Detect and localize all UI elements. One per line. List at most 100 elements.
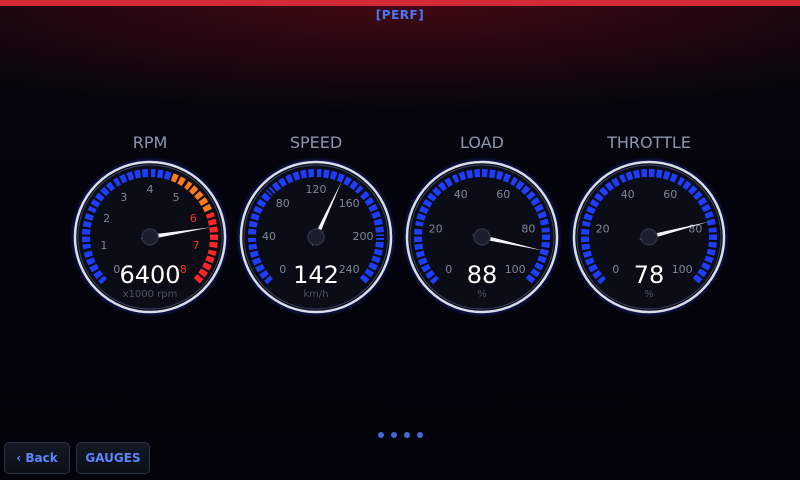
arc-segment bbox=[371, 210, 381, 219]
arc-segment bbox=[84, 213, 94, 221]
arc-segment bbox=[502, 173, 511, 183]
arc-segment bbox=[693, 190, 703, 201]
back-button[interactable]: ‹ Back bbox=[4, 442, 70, 474]
arc-segment bbox=[371, 255, 381, 264]
arc-segment bbox=[207, 218, 217, 226]
arc-segment bbox=[253, 205, 263, 215]
arc-segment bbox=[599, 186, 609, 197]
gauge-title: THROTTLE bbox=[607, 133, 691, 152]
tick-label: 1 bbox=[100, 239, 107, 252]
arc-segment bbox=[582, 250, 592, 259]
arc-segment bbox=[249, 250, 259, 259]
tick-label: 0 bbox=[279, 263, 286, 276]
arc-segment bbox=[100, 186, 110, 197]
arc-segment bbox=[375, 241, 384, 249]
arc-segment bbox=[198, 197, 209, 207]
arc-segment bbox=[426, 192, 437, 202]
arc-segment bbox=[193, 274, 204, 284]
arc-segment bbox=[669, 173, 678, 183]
arc-segment bbox=[704, 210, 714, 219]
arc-segment bbox=[701, 203, 711, 213]
arc-segment bbox=[202, 203, 212, 213]
gauge-unit: x1000 rpm bbox=[123, 289, 178, 300]
tick-label: 80 bbox=[276, 197, 290, 210]
arc-segment bbox=[537, 210, 547, 219]
arc-segment bbox=[662, 170, 671, 181]
arc-segment bbox=[209, 241, 218, 249]
arc-segment bbox=[656, 169, 663, 179]
arc-segment bbox=[177, 176, 186, 187]
tick-label: 20 bbox=[596, 223, 610, 236]
arc-segment bbox=[537, 255, 547, 264]
gauge-value: 142 bbox=[293, 261, 339, 289]
arc-segment bbox=[82, 220, 92, 228]
arc-segment bbox=[373, 218, 383, 226]
gauge-value: 6400 bbox=[119, 261, 180, 289]
gauge-unit: % bbox=[644, 289, 654, 300]
arc-segment bbox=[252, 257, 262, 266]
arc-segment bbox=[300, 169, 308, 179]
arc-segment bbox=[93, 269, 103, 280]
arc-segment bbox=[418, 257, 428, 266]
tick-label: 0 bbox=[445, 263, 452, 276]
arc-segment bbox=[89, 263, 99, 273]
arc-segment bbox=[541, 241, 550, 249]
speed-dial: 0 40 80 120 160 200 240142km/h bbox=[236, 157, 396, 317]
arc-segment bbox=[336, 173, 345, 183]
top-accent-bar bbox=[0, 0, 800, 6]
arc-segment bbox=[359, 274, 370, 284]
arc-segment bbox=[530, 197, 541, 207]
arc-segment bbox=[466, 169, 474, 179]
arc-segment bbox=[119, 174, 128, 184]
arc-segment bbox=[256, 198, 267, 208]
arc-segment bbox=[611, 177, 621, 188]
arc-segment bbox=[633, 169, 641, 179]
throttle-dial: 0 20 40 60 80 100 78% bbox=[569, 157, 729, 317]
arc-segment bbox=[526, 190, 536, 201]
tick-label: 4 bbox=[147, 183, 154, 196]
arc-segment bbox=[495, 170, 504, 181]
tick-label: 3 bbox=[120, 191, 127, 204]
tick-label: 100 bbox=[505, 263, 526, 276]
arc-segment bbox=[86, 257, 96, 266]
needle-hub bbox=[640, 228, 658, 246]
mode-label: [PERF] bbox=[375, 8, 425, 22]
rpm-dial: 0123456786400x1000 rpm bbox=[70, 157, 230, 317]
arc-segment bbox=[708, 241, 717, 249]
gauge-title: SPEED bbox=[289, 133, 343, 152]
arc-segment bbox=[585, 257, 595, 266]
page-dot[interactable] bbox=[378, 432, 384, 438]
arc-segment bbox=[701, 262, 711, 271]
arc-segment bbox=[157, 169, 164, 179]
needle-hub bbox=[473, 228, 491, 246]
arc-segment bbox=[593, 192, 604, 202]
tick-label: 120 bbox=[306, 183, 327, 196]
arc-segment bbox=[368, 203, 378, 213]
arc-segment bbox=[625, 171, 634, 181]
page-dot[interactable] bbox=[391, 432, 397, 438]
arc-segment bbox=[260, 192, 271, 202]
arc-segment bbox=[444, 177, 454, 188]
arc-segment bbox=[539, 248, 549, 256]
arc-segment bbox=[588, 263, 598, 273]
arc-segment bbox=[583, 213, 593, 221]
arc-segment bbox=[489, 169, 496, 179]
gauges-button[interactable]: GAUGES bbox=[76, 442, 150, 474]
arc-segment bbox=[706, 218, 716, 226]
tick-label: 20 bbox=[429, 223, 443, 236]
tick-label: 5 bbox=[173, 191, 180, 204]
arc-segment bbox=[422, 198, 433, 208]
arc-segment bbox=[188, 185, 199, 195]
page-dot[interactable] bbox=[417, 432, 423, 438]
page-indicator[interactable] bbox=[378, 432, 423, 438]
arc-segment bbox=[458, 171, 467, 181]
arc-segment bbox=[375, 226, 384, 233]
arc-segment bbox=[425, 269, 435, 280]
arc-segment bbox=[259, 269, 269, 280]
arc-segment bbox=[198, 268, 208, 278]
arc-segment bbox=[209, 226, 218, 233]
tick-label: 8 bbox=[180, 263, 187, 276]
tick-label: 80 bbox=[521, 223, 535, 236]
arc-segment bbox=[416, 213, 426, 221]
page-dot[interactable] bbox=[404, 432, 410, 438]
